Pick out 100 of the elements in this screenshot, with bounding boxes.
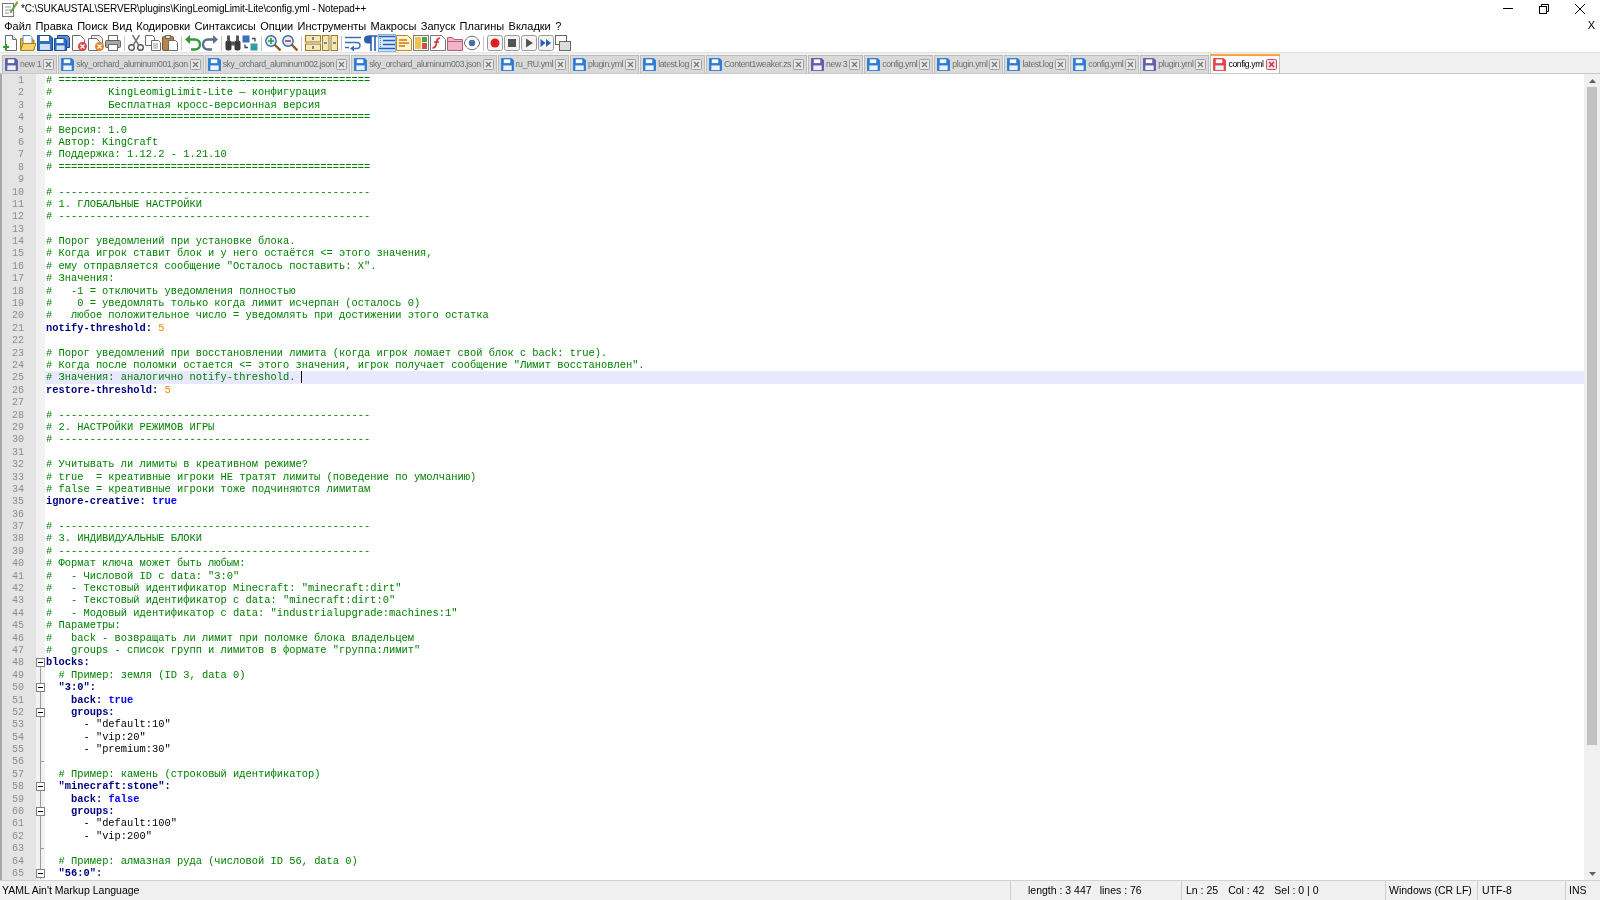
eye-icon[interactable] — [463, 35, 480, 51]
menu-item[interactable]: Правка — [33, 18, 75, 33]
menu-item[interactable]: Инструменты — [295, 18, 369, 33]
line-number: 23 — [12, 347, 24, 359]
menu-item[interactable]: Поиск — [74, 18, 110, 33]
stop-icon[interactable] — [503, 35, 520, 51]
tab[interactable]: sky_orchard_aluminum003.json — [351, 55, 497, 73]
sync-horizontal-icon[interactable] — [321, 35, 338, 51]
code-line: # ================================================== — [46, 160, 371, 173]
line-number: 55 — [12, 744, 24, 756]
replace-icon[interactable] — [241, 35, 258, 51]
pilcrow-icon[interactable] — [361, 35, 378, 51]
code-line: # -------------------------------------------------- — [46, 185, 371, 198]
tab[interactable]: sky_orchard_aluminum001.json — [58, 55, 204, 73]
close-all-icon[interactable] — [87, 35, 104, 51]
menu-item[interactable]: Плагины — [457, 18, 507, 33]
down-arrow-icon[interactable] — [1588, 871, 1596, 876]
menu-item[interactable]: Макросы — [368, 18, 419, 33]
binoculars-icon[interactable] — [224, 35, 241, 51]
line-number: 44 — [12, 607, 24, 619]
save-all-icon[interactable] — [53, 35, 70, 51]
tab[interactable]: plugin.yml — [1140, 55, 1210, 73]
line-number: 29 — [12, 421, 24, 433]
menu-item[interactable]: ? — [552, 18, 564, 33]
tab[interactable]: plugin.yml — [934, 55, 1004, 73]
code-line: - "default:100" — [83, 817, 177, 830]
code-line: # 2. НАСТРОЙКИ РЕЖИМОВ ИГРЫ — [46, 420, 215, 433]
printer-icon[interactable] — [104, 35, 121, 51]
function-list-icon[interactable] — [429, 35, 446, 51]
cursor-line: Ln : 25 — [1186, 884, 1219, 897]
minus-box-icon[interactable] — [36, 707, 45, 717]
minus-box-icon[interactable] — [36, 806, 45, 816]
line-number: 28 — [12, 409, 24, 421]
code-line: # -------------------------------------------------- — [46, 520, 371, 533]
copy-icon[interactable] — [144, 35, 161, 51]
document-map-icon[interactable] — [412, 35, 429, 51]
line-number: 8 — [18, 161, 24, 173]
tab[interactable]: new 3 — [808, 55, 864, 73]
stacked-windows-icon[interactable] — [554, 35, 571, 51]
tab[interactable]: Content1weaker.zs — [705, 55, 808, 73]
close-icon[interactable] — [1575, 3, 1585, 14]
folder-icon[interactable] — [446, 35, 463, 51]
line-number: 62 — [12, 830, 24, 842]
minus-box-icon[interactable] — [36, 658, 45, 668]
menu-item[interactable]: Опции — [257, 18, 296, 33]
close-button[interactable]: X — [1585, 19, 1597, 32]
save-icon[interactable] — [36, 35, 53, 51]
scrollbar-thumb[interactable] — [1587, 87, 1597, 745]
code-line: ignore-creative: true — [46, 495, 177, 508]
code-line: "minecraft:stone": — [58, 780, 171, 793]
menu-item[interactable]: Кодировки — [134, 18, 193, 33]
menu-item[interactable]: Синтаксисы — [192, 18, 258, 33]
sync-vertical-icon[interactable] — [304, 35, 321, 51]
redo-icon[interactable] — [201, 35, 218, 51]
undo-icon[interactable] — [184, 35, 201, 51]
tab[interactable]: config.yml — [1210, 54, 1280, 73]
open-folder-icon[interactable] — [19, 35, 36, 51]
play-icon[interactable] — [520, 35, 537, 51]
tab[interactable]: config.yml — [1070, 55, 1140, 73]
minus-box-icon[interactable] — [36, 781, 45, 791]
code-line: # Автор: KingCraft — [46, 135, 159, 148]
insert-mode: INS — [1569, 884, 1587, 897]
scissors-icon[interactable] — [127, 35, 144, 51]
close-file-icon[interactable] — [70, 35, 87, 51]
menu-item[interactable]: Вкладки — [506, 18, 553, 33]
tab[interactable]: new 1 — [2, 55, 58, 73]
minus-box-icon[interactable] — [36, 682, 45, 692]
code-line: notify-threshold: 5 — [46, 321, 165, 334]
restore-icon[interactable] — [1539, 3, 1549, 14]
line-number: 47 — [12, 644, 24, 656]
minus-box-icon[interactable] — [36, 868, 45, 878]
line-number: 37 — [12, 521, 24, 533]
line-number: 60 — [12, 806, 24, 818]
zoom-out-icon[interactable] — [281, 35, 298, 51]
new-file-icon[interactable] — [2, 35, 19, 51]
menu-item[interactable]: Вид — [109, 18, 135, 33]
tab[interactable]: latest.log — [1004, 55, 1070, 73]
line-number: 13 — [12, 223, 24, 235]
tab[interactable]: ru_RU.yml — [497, 55, 570, 73]
menu-item[interactable]: Запуск — [418, 18, 458, 33]
line-number: 2 — [18, 87, 24, 99]
tab[interactable]: latest.log — [640, 55, 705, 73]
code-line: - "vip:20" — [83, 730, 146, 743]
code-line: # -------------------------------------------------- — [46, 408, 371, 421]
tab[interactable]: config.yml — [864, 55, 934, 73]
line-number: 38 — [12, 533, 24, 545]
line-number: 25 — [12, 372, 24, 384]
menu-item[interactable]: Файл — [2, 18, 34, 33]
clipboard-icon[interactable] — [161, 35, 178, 51]
record-icon[interactable] — [486, 35, 503, 51]
tab[interactable]: plugin.yml — [570, 55, 640, 73]
indent-guide-icon[interactable] — [377, 34, 396, 52]
tab[interactable]: sky_orchard_aluminum002.json — [204, 55, 351, 73]
line-number: 22 — [12, 335, 24, 347]
zoom-in-icon[interactable] — [264, 35, 281, 51]
fast-forward-icon[interactable] — [537, 35, 554, 51]
code-line: # groups - список групп и лимитов в формате "группа:лимит" — [46, 643, 421, 656]
document-lines-icon[interactable] — [395, 35, 412, 51]
word-wrap-icon[interactable] — [344, 35, 361, 51]
up-arrow-icon[interactable] — [1588, 78, 1596, 83]
